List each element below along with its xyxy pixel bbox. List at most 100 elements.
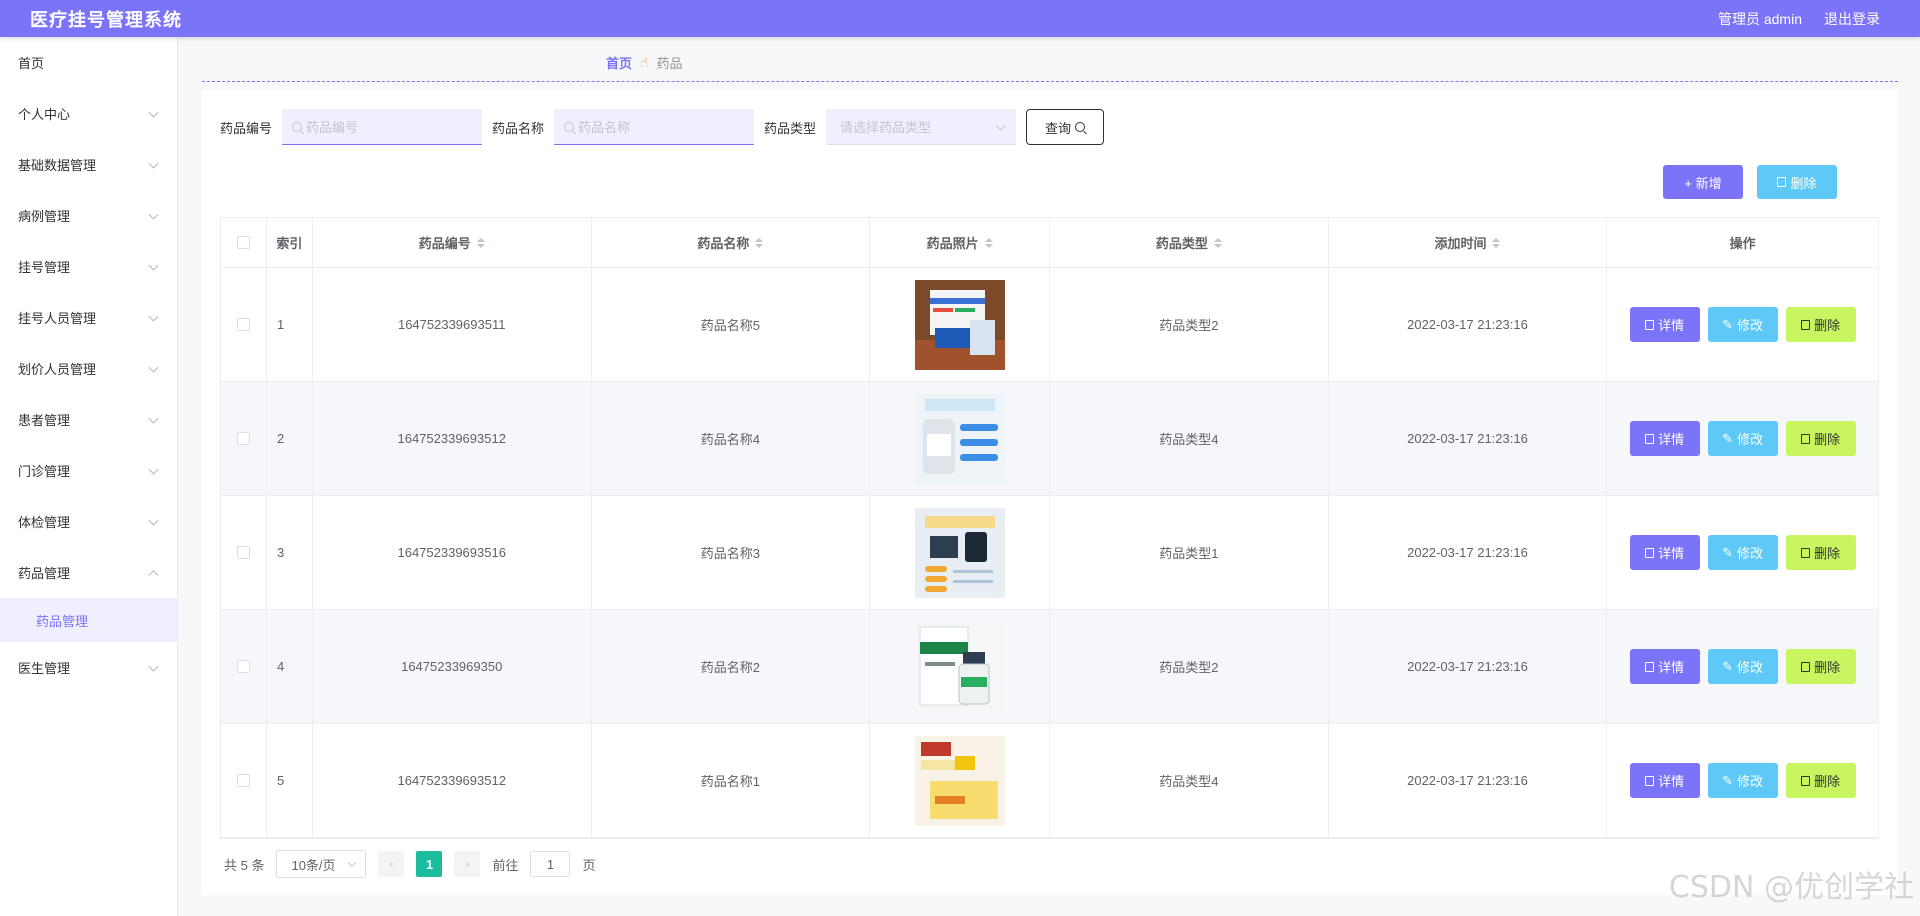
row-type: 药品类型4 [1050, 382, 1329, 495]
total-count: 共 5 条 [224, 857, 265, 873]
sidebar-item-label: 医生管理 [18, 661, 71, 676]
sidebar-item-registrars[interactable]: 挂号人员管理 [0, 292, 177, 343]
drug-name-input[interactable]: 药品名称 [554, 109, 755, 145]
drug-photo[interactable] [914, 735, 1005, 826]
prev-page-button[interactable]: ‹ [378, 851, 405, 877]
row-code: 16475233969350 [313, 610, 592, 723]
drug-photo[interactable] [914, 393, 1005, 484]
sidebar-item-checkup[interactable]: 体检管理 [0, 496, 177, 547]
row-checkbox[interactable] [236, 318, 250, 331]
page-size-select[interactable]: 10条/页 [276, 850, 367, 878]
table-row: 2 164752339693512 药品名称4 药品类型4 2022-03-17… [221, 382, 1878, 496]
edit-label: 修改 [1737, 546, 1764, 561]
goto-page-input[interactable]: 1 [530, 851, 571, 877]
app-title: 医疗挂号管理系统 [30, 9, 182, 30]
drug-type-select[interactable]: 请选择药品类型 [826, 109, 1017, 145]
delete-button[interactable]: 删除 [1785, 763, 1856, 798]
delete-label: 删除 [1814, 660, 1841, 675]
row-actions: 详情 ✎ 修改 删除 [1607, 724, 1878, 837]
col-photo[interactable]: 药品照片 [870, 218, 1050, 267]
placeholder: 药品编号 [306, 120, 359, 135]
sort-icon[interactable] [755, 237, 764, 248]
logout-link[interactable]: 退出登录 [1824, 9, 1880, 29]
breadcrumb-home[interactable]: 首页 [606, 53, 632, 72]
document-icon [1645, 775, 1655, 786]
sidebar-item-label: 体检管理 [18, 515, 71, 530]
sort-icon[interactable] [476, 237, 485, 248]
delete-button[interactable]: 删除 [1785, 307, 1856, 342]
edit-button[interactable]: ✎ 修改 [1707, 649, 1778, 684]
sidebar-item-label: 挂号人员管理 [18, 311, 97, 326]
sidebar-item-pricers[interactable]: 划价人员管理 [0, 343, 177, 394]
query-label: 查询 [1045, 120, 1072, 136]
drug-photo[interactable] [914, 507, 1005, 598]
trash-icon [1777, 177, 1787, 187]
detail-button[interactable]: 详情 [1629, 421, 1700, 456]
detail-button[interactable]: 详情 [1629, 649, 1700, 684]
sidebar-item-home[interactable]: 首页 [0, 37, 177, 88]
edit-button[interactable]: ✎ 修改 [1707, 535, 1778, 570]
sidebar-item-patients[interactable]: 患者管理 [0, 394, 177, 445]
edit-button[interactable]: ✎ 修改 [1707, 763, 1778, 798]
delete-button[interactable]: 删除 [1785, 535, 1856, 570]
detail-button[interactable]: 详情 [1629, 763, 1700, 798]
row-time: 2022-03-17 21:23:16 [1329, 268, 1608, 381]
row-checkbox[interactable] [236, 660, 250, 673]
col-time[interactable]: 添加时间 [1329, 218, 1608, 267]
query-button[interactable]: 查询 [1026, 109, 1105, 145]
row-index: 2 [267, 382, 313, 495]
sidebar-item-registration[interactable]: 挂号管理 [0, 241, 177, 292]
sidebar-item-drugs[interactable]: 药品管理 [0, 547, 177, 598]
next-page-button[interactable]: › [454, 851, 481, 877]
drug-code-input[interactable]: 药品编号 [282, 109, 483, 145]
search-icon [292, 122, 303, 132]
col-actions: 操作 [1729, 236, 1756, 251]
sidebar-subitem-drug-management[interactable]: 药品管理 [0, 598, 177, 642]
sort-icon[interactable] [1492, 237, 1501, 248]
trash-icon [1801, 547, 1811, 558]
drug-photo[interactable] [914, 279, 1005, 370]
pencil-icon: ✎ [1722, 772, 1734, 788]
breadcrumb-current: 药品 [656, 56, 683, 71]
page-number-current[interactable]: 1 [416, 851, 443, 877]
edit-label: 修改 [1737, 432, 1764, 447]
placeholder: 药品名称 [578, 120, 631, 135]
delete-button[interactable]: 删除 [1785, 421, 1856, 456]
edit-button[interactable]: ✎ 修改 [1707, 307, 1778, 342]
sidebar-item-personal-center[interactable]: 个人中心 [0, 88, 177, 139]
sidebar-item-label: 患者管理 [18, 413, 71, 428]
detail-button[interactable]: 详情 [1629, 307, 1700, 342]
select-all-checkbox[interactable] [236, 236, 250, 249]
drug-table: 索引 药品编号 药品名称 药品照片 药品类型 添加时间 操作 1 1647523… [220, 217, 1879, 839]
col-label: 药品名称 [697, 236, 750, 251]
drug-photo[interactable] [914, 621, 1005, 712]
row-photo-cell [870, 496, 1050, 609]
current-user[interactable]: 管理员 admin [1718, 9, 1802, 29]
sort-icon[interactable] [984, 237, 993, 248]
col-name[interactable]: 药品名称 [592, 218, 871, 267]
chevron-down-icon [148, 464, 159, 475]
row-type: 药品类型2 [1050, 610, 1329, 723]
trash-icon [1801, 775, 1811, 786]
sidebar-item-doctors[interactable]: 医生管理 [0, 642, 177, 693]
row-checkbox[interactable] [236, 432, 250, 445]
row-photo-cell [870, 724, 1050, 837]
row-checkbox[interactable] [236, 546, 250, 559]
col-type[interactable]: 药品类型 [1050, 218, 1329, 267]
edit-button[interactable]: ✎ 修改 [1707, 421, 1778, 456]
edit-label: 修改 [1737, 774, 1764, 789]
add-button[interactable]: + 新增 [1663, 165, 1743, 199]
pagination: 共 5 条 10条/页 ‹ 1 › 前往 1 页 [224, 850, 596, 878]
sidebar-item-basic-data[interactable]: 基础数据管理 [0, 139, 177, 190]
delete-button[interactable]: 删除 [1785, 649, 1856, 684]
sort-icon[interactable] [1213, 237, 1222, 248]
batch-delete-button[interactable]: 删除 [1757, 165, 1837, 199]
detail-button[interactable]: 详情 [1629, 535, 1700, 570]
row-checkbox[interactable] [236, 774, 250, 787]
detail-label: 详情 [1658, 318, 1685, 333]
row-photo-cell [870, 610, 1050, 723]
col-code[interactable]: 药品编号 [313, 218, 592, 267]
sidebar-item-cases[interactable]: 病例管理 [0, 190, 177, 241]
chevron-down-icon [148, 209, 159, 220]
sidebar-item-outpatient[interactable]: 门诊管理 [0, 445, 177, 496]
